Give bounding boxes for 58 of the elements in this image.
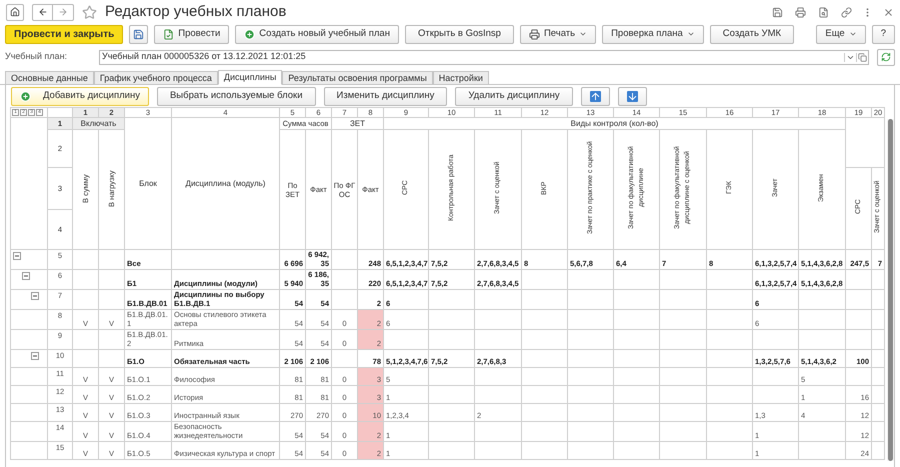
forward-icon — [58, 7, 68, 17]
printer-icon — [528, 28, 540, 40]
create-plan-button[interactable]: Создать новый учебный план — [235, 24, 399, 44]
collapse-icon[interactable] — [31, 352, 39, 360]
toolbar-button[interactable]: Создать УМК — [710, 24, 794, 44]
header-cell: Включать — [72, 118, 124, 130]
open-icon[interactable] — [856, 52, 868, 62]
action-button[interactable]: Удалить дисциплину — [455, 86, 573, 106]
toolbar-button[interactable]: Открыть в GosInsp — [404, 24, 514, 44]
plan-field[interactable]: Учебный план 000005326 от 13.12.2021 12:01:25 — [99, 50, 869, 64]
tab[interactable]: Результаты освоения программы — [282, 71, 433, 85]
plus-icon — [20, 90, 31, 102]
more-button[interactable]: Еще — [816, 24, 866, 44]
star-icon[interactable] — [82, 4, 97, 20]
window-title: Редактор учебных планов — [105, 2, 286, 22]
tab[interactable]: Настройки — [432, 71, 489, 85]
save-button[interactable] — [129, 24, 148, 44]
caret-icon — [686, 30, 695, 38]
dropdown-icon[interactable] — [844, 52, 856, 62]
caret-icon — [579, 30, 588, 38]
save-icon — [133, 28, 144, 40]
action-button[interactable]: Выбрать используемые блоки — [156, 86, 316, 106]
tab[interactable]: График учебного процесса — [94, 71, 218, 85]
move-down-button[interactable] — [618, 86, 647, 106]
help-button[interactable]: ? — [872, 24, 895, 44]
save-icon[interactable] — [772, 6, 783, 18]
header-cell: Блок — [124, 118, 172, 250]
close-icon[interactable] — [883, 6, 894, 18]
home-button[interactable] — [6, 4, 24, 20]
collapse-icon[interactable] — [13, 252, 21, 260]
link-icon[interactable] — [841, 6, 852, 18]
arrow-down-icon — [626, 90, 638, 102]
refresh-button[interactable] — [877, 48, 895, 66]
caret-icon — [848, 30, 857, 38]
scrollbar-thumb[interactable] — [888, 119, 893, 461]
back-icon — [38, 7, 48, 17]
action-button[interactable]: Изменить дисциплину — [324, 86, 448, 106]
arrow-up-icon — [590, 90, 601, 102]
preview-icon[interactable] — [818, 6, 829, 18]
collapse-icon[interactable] — [31, 292, 39, 300]
add-discipline-button[interactable]: Добавить дисциплину — [11, 86, 149, 106]
plan-label: Учебный план: — [5, 50, 68, 64]
document-check-icon — [163, 28, 174, 40]
header-cell: Виды контроля (кол-во) — [384, 118, 846, 130]
header-cell: Дисциплина (модуль) — [172, 118, 280, 250]
header-cell: ЗЕТ — [332, 118, 384, 130]
check-plan-button[interactable]: Проверка плана — [602, 24, 704, 44]
print-button[interactable]: Печать — [520, 24, 596, 44]
move-up-button[interactable] — [580, 86, 610, 106]
home-icon — [10, 7, 20, 17]
tab[interactable]: Дисциплины — [218, 70, 282, 85]
collapse-icon[interactable] — [22, 272, 30, 280]
plus-icon — [244, 28, 256, 40]
post-button[interactable]: Провести — [154, 24, 230, 44]
printer-icon[interactable] — [795, 6, 806, 18]
tab[interactable]: Основные данные — [5, 71, 94, 85]
refresh-icon — [881, 52, 891, 62]
post-and-close-button[interactable]: Провести и закрыть — [5, 24, 124, 44]
